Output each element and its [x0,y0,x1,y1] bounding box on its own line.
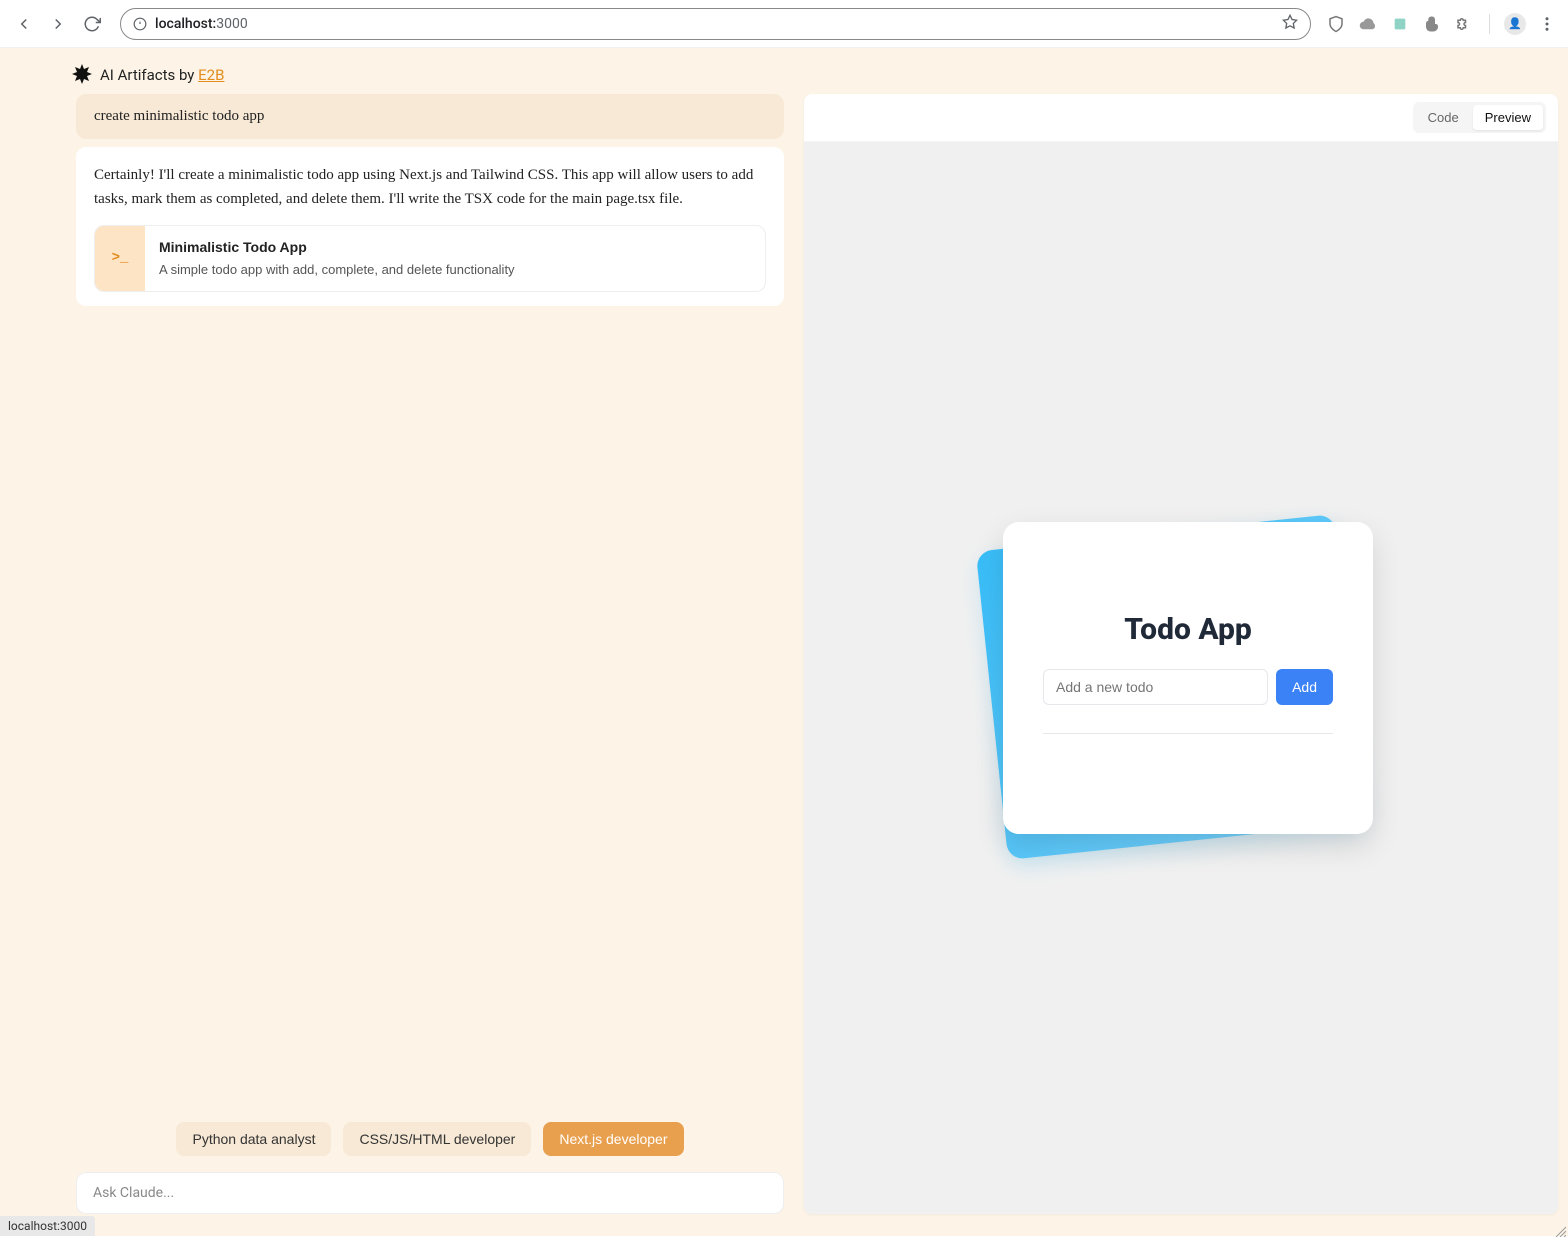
resize-handle-icon[interactable] [1554,1222,1566,1234]
preview-header: Code Preview [804,94,1558,142]
todo-divider [1043,733,1333,734]
artifact-title: Minimalistic Todo App [159,236,515,258]
preview-tab-group: Code Preview [1413,102,1546,133]
artifact-description: A simple todo app with add, complete, an… [159,260,515,281]
persona-css-js-html[interactable]: CSS/JS/HTML developer [343,1122,531,1156]
chat-column: create minimalistic todo app Certainly! … [24,94,784,1214]
prompt-input[interactable]: Ask Claude... [76,1172,784,1214]
address-bar[interactable]: localhost:3000 [120,8,1311,40]
hand-extension-icon[interactable] [1421,13,1443,35]
todo-add-button[interactable]: Add [1276,669,1333,705]
toolbar-divider [1489,14,1490,34]
cloud-extension-icon[interactable] [1357,13,1379,35]
address-text: localhost:3000 [155,16,248,32]
user-message: create minimalistic todo app [76,94,784,139]
site-info-icon[interactable] [133,17,147,31]
todo-main-card: Todo App Add [1003,522,1373,834]
app-header: AI Artifacts by E2B [0,48,1568,94]
main-columns: create minimalistic todo app Certainly! … [0,94,1568,1224]
artifact-card[interactable]: >_ Minimalistic Todo App A simple todo a… [94,225,766,292]
tab-code[interactable]: Code [1416,105,1471,130]
todo-input[interactable] [1043,669,1268,705]
browser-toolbar: localhost:3000 👤 [0,0,1568,48]
puzzle-extension-icon[interactable] [1453,13,1475,35]
assistant-message: Certainly! I'll create a minimalistic to… [76,147,784,306]
reload-button[interactable] [78,10,106,38]
e2b-link[interactable]: E2B [198,66,224,84]
browser-menu-icon[interactable] [1536,13,1558,35]
preview-panel: Code Preview Todo App Add [804,94,1558,1214]
persona-row: Python data analyst CSS/JS/HTML develope… [76,1116,784,1172]
preview-area: Todo App Add [804,142,1558,1214]
spacer [76,306,784,1116]
profile-avatar[interactable]: 👤 [1504,13,1526,35]
terminal-icon: >_ [95,226,145,291]
bookmark-star-icon[interactable] [1282,14,1298,34]
todo-input-row: Add [1043,669,1333,705]
extension-icons: 👤 [1325,13,1558,35]
logo-icon [70,63,94,87]
back-button[interactable] [10,10,38,38]
artifact-body: Minimalistic Todo App A simple todo app … [145,226,529,291]
forward-button[interactable] [44,10,72,38]
shield-extension-icon[interactable] [1325,13,1347,35]
status-bar: localhost:3000 [0,1216,95,1236]
todo-app-title: Todo App [1043,612,1333,647]
address-bar-wrap: localhost:3000 [120,8,1311,40]
todo-card-stack: Todo App Add [991,522,1371,834]
tab-preview[interactable]: Preview [1473,105,1543,130]
app-title: AI Artifacts by E2B [100,66,224,84]
persona-nextjs[interactable]: Next.js developer [543,1122,683,1156]
box-extension-icon[interactable] [1389,13,1411,35]
app-body: AI Artifacts by E2B create minimalistic … [0,48,1568,1236]
persona-python[interactable]: Python data analyst [176,1122,331,1156]
